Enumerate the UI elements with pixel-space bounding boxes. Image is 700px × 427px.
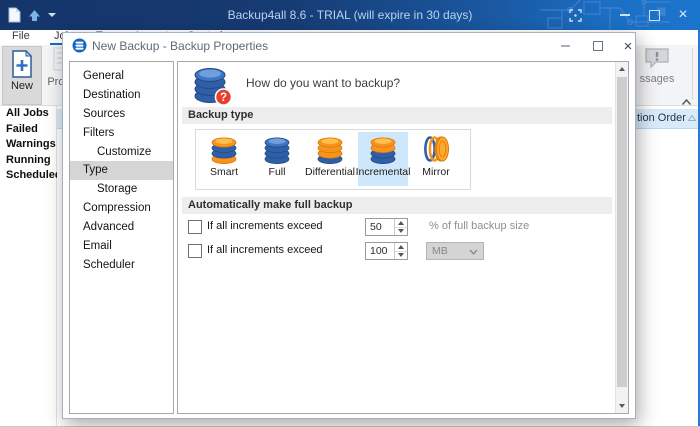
increments-size-label: If all increments exceed [207, 244, 323, 256]
tab-file[interactable]: File [12, 30, 30, 42]
nav-type[interactable]: Type [70, 161, 173, 180]
nav-scheduler[interactable]: Scheduler [70, 256, 173, 275]
size-value: 100 [370, 245, 388, 257]
incremental-backup-icon [369, 134, 397, 165]
ribbon-separator [692, 48, 693, 100]
type-label: Differential [305, 166, 355, 178]
type-incremental-selected[interactable]: Incremental [358, 132, 408, 186]
dialog-nav: General Destination Sources Filters Cust… [69, 61, 174, 414]
type-smart[interactable]: Smart [199, 132, 249, 186]
fullscreen-icon[interactable] [562, 0, 588, 30]
dialog-content: ? How do you want to backup? Backup type… [177, 61, 629, 414]
dialog-titlebar: New Backup - Backup Properties × [63, 33, 635, 59]
mirror-backup-icon [422, 134, 450, 165]
section-auto-full-backup: Automatically make full backup [182, 197, 612, 214]
nav-general[interactable]: General [70, 67, 173, 86]
close-icon[interactable]: × [670, 0, 696, 30]
backup4all-logo-icon [72, 38, 87, 53]
column-header-label: tion Order [637, 112, 686, 124]
new-document-icon[interactable] [8, 7, 21, 23]
backup-properties-dialog: New Backup - Backup Properties × General… [62, 32, 636, 419]
full-backup-icon [263, 134, 291, 165]
app-window: Backup4all 8.6 - TRIAL (will expire in 3… [0, 0, 700, 427]
backup-question-icon: ? [192, 65, 234, 107]
dialog-close-icon[interactable]: × [614, 33, 642, 59]
question-text: How do you want to backup? [246, 76, 400, 90]
type-differential[interactable]: Differential [305, 132, 355, 186]
scrollbar-thumb[interactable] [617, 77, 627, 387]
minimize-icon[interactable] [612, 0, 638, 30]
sidebar-item-all-jobs[interactable]: All Jobs [0, 106, 56, 122]
up-arrow-icon[interactable] [28, 9, 41, 22]
nav-destination[interactable]: Destination [70, 86, 173, 105]
increments-percent-label: If all increments exceed [207, 220, 323, 232]
percent-value: 50 [370, 221, 382, 233]
spin-down-icon[interactable] [395, 227, 407, 235]
size-spinbox[interactable]: 100 [365, 242, 408, 260]
size-unit-value: MB [432, 245, 448, 257]
content-scrollbar[interactable] [615, 62, 628, 413]
percent-suffix-label: % of full backup size [429, 220, 529, 232]
nav-filters[interactable]: Filters [70, 124, 173, 143]
qat-dropdown-caret-icon[interactable] [48, 13, 56, 17]
nav-compression[interactable]: Compression [70, 199, 173, 218]
size-unit-dropdown[interactable]: MB [426, 242, 484, 260]
new-button-label: New [11, 80, 33, 92]
nav-sources[interactable]: Sources [70, 105, 173, 124]
messages-button-label: ssages [640, 73, 675, 85]
type-label: Smart [210, 166, 238, 178]
sidebar-item-running[interactable]: Running [0, 153, 56, 169]
new-backup-button[interactable]: New [2, 46, 42, 105]
percent-spinbox[interactable]: 50 [365, 218, 408, 236]
nav-advanced[interactable]: Advanced [70, 218, 173, 237]
type-mirror[interactable]: Mirror [411, 132, 461, 186]
maximize-icon[interactable] [641, 0, 667, 30]
sidebar-item-scheduled[interactable]: Scheduled [0, 168, 56, 184]
dialog-minimize-icon[interactable] [551, 33, 579, 59]
type-label: Incremental [356, 166, 411, 178]
backup-type-group: Smart Full [195, 129, 471, 190]
spin-down-icon[interactable] [395, 251, 407, 259]
increments-size-checkbox[interactable] [188, 244, 202, 258]
nav-customize[interactable]: Customize [70, 143, 173, 162]
new-page-icon [10, 50, 34, 78]
nav-email[interactable]: Email [70, 237, 173, 256]
section-backup-type: Backup type [182, 107, 612, 124]
sort-icon [688, 115, 696, 121]
scroll-down-icon[interactable] [616, 399, 628, 413]
scroll-up-icon[interactable] [616, 62, 628, 76]
dialog-maximize-icon[interactable] [584, 33, 612, 59]
titlebar: Backup4all 8.6 - TRIAL (will expire in 3… [0, 0, 700, 30]
sidebar-item-warnings[interactable]: Warnings [0, 137, 56, 153]
type-label: Mirror [422, 166, 449, 178]
nav-storage[interactable]: Storage [70, 180, 173, 199]
jobs-sidebar: All Jobs Failed Warnings Running Schedul… [0, 106, 57, 427]
increments-percent-checkbox[interactable] [188, 220, 202, 234]
type-full[interactable]: Full [252, 132, 302, 186]
svg-text:?: ? [220, 92, 227, 104]
quick-access-toolbar [8, 0, 56, 30]
differential-backup-icon [316, 134, 344, 165]
smart-backup-icon [210, 134, 238, 165]
messages-icon [644, 47, 670, 69]
type-label: Full [269, 166, 286, 178]
dialog-title: New Backup - Backup Properties [92, 33, 268, 59]
chevron-down-icon [469, 249, 478, 255]
sidebar-item-failed[interactable]: Failed [0, 122, 56, 138]
